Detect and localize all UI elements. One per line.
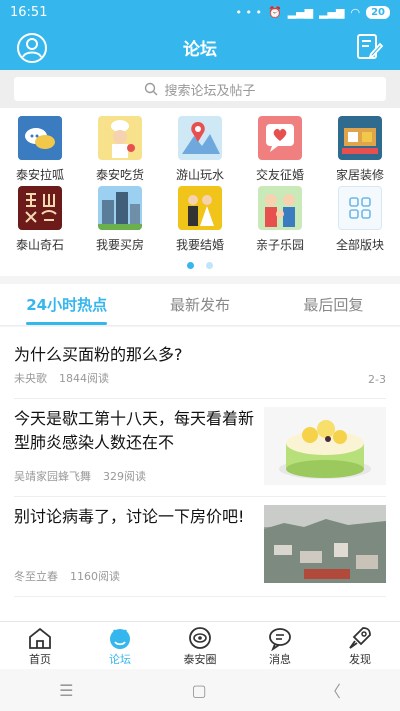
battery-icon: 20 (366, 5, 390, 19)
home-icon (29, 627, 51, 649)
chef-icon (98, 116, 142, 160)
back-icon[interactable]: 〈 (325, 678, 341, 702)
post-title: 为什么买面粉的那么多? (14, 345, 183, 364)
search-placeholder: 搜索论坛及帖子 (164, 83, 256, 99)
category-item[interactable]: 我要买房 (80, 186, 160, 256)
tab-taian-circle[interactable]: 泰安圈 (160, 622, 240, 669)
page-title: 论坛 (183, 39, 217, 60)
wedding-couple-icon (178, 186, 222, 230)
tab-label: 发现 (349, 652, 371, 666)
search-input[interactable]: 搜索论坛及帖子 (14, 77, 386, 101)
category-item[interactable]: 泰山奇石 (0, 186, 80, 256)
category-label: 我要结婚 (175, 238, 224, 252)
signal-icon: ▂▄▆ (287, 5, 314, 19)
post-reads: 1160阅读 (70, 570, 120, 583)
map-pin-icon (178, 116, 222, 160)
compose-icon[interactable] (354, 32, 384, 62)
tab-last-reply[interactable]: 最后回复 (267, 284, 400, 325)
tab-label: 泰安圈 (183, 652, 217, 666)
post-item[interactable]: 为什么买面粉的那么多? 未央歌 1844阅读 2-3 (14, 327, 386, 399)
post-item[interactable]: 今天是歇工第十八天，每天看着新型肺炎感染人数还在不 吴靖家园蜂飞舞 329阅读 (14, 399, 386, 497)
category-label: 泰安拉呱 (15, 168, 64, 182)
tab-home[interactable]: 首页 (0, 622, 80, 669)
status-time: 16:51 (10, 4, 48, 20)
post-thumbnail-city (264, 505, 386, 583)
category-grid: 泰安拉呱 泰安吃货 游山玩水 交友征婚 家居装修 泰山奇石 我要买房 我要结婚 … (0, 108, 400, 276)
stone-calligraphy-icon (18, 186, 62, 230)
tab-discover[interactable]: 发现 (320, 622, 400, 669)
heart-message-icon (258, 116, 302, 160)
category-item[interactable]: 泰安拉呱 (0, 116, 80, 186)
tab-latest[interactable]: 最新发布 (133, 284, 266, 325)
post-reads: 329阅读 (103, 470, 146, 483)
tab-hot-24h[interactable]: 24小时热点 (0, 284, 133, 325)
system-nav-bar: ☰ ▢ 〈 (0, 669, 400, 711)
app-header: 论坛 (0, 24, 400, 70)
category-label: 泰安吃货 (95, 168, 144, 182)
category-label: 游山玩水 (175, 168, 224, 182)
tab-label: 首页 (29, 652, 51, 666)
post-author: 吴靖家园蜂飞舞 (14, 470, 91, 483)
signal-icon-2: ▂▄▆ (319, 5, 345, 19)
post-title: 别讨论病毒了，讨论一下房价吧! (14, 507, 245, 526)
search-icon (145, 82, 158, 96)
category-item[interactable]: 全部版块 (320, 186, 400, 256)
status-bar: 16:51 • • • ⏰ ▂▄▆ ▂▄▆ ◠ 20 (0, 0, 400, 24)
post-reads: 1844阅读 (59, 372, 109, 385)
category-label: 全部版块 (335, 238, 384, 252)
dots-icon: • • • (235, 5, 262, 19)
category-item[interactable]: 家居装修 (320, 116, 400, 186)
user-avatar-icon[interactable] (16, 32, 48, 64)
category-label: 泰山奇石 (15, 238, 64, 252)
page-dot-active[interactable] (187, 262, 194, 269)
post-title: 今天是歇工第十八天，每天看着新型肺炎感染人数还在不 (14, 409, 255, 452)
page-dot[interactable] (206, 262, 213, 269)
category-label: 我要买房 (95, 238, 144, 252)
alarm-icon: ⏰ (267, 5, 282, 19)
family-icon (258, 186, 302, 230)
buildings-icon (98, 186, 142, 230)
tab-forum[interactable]: 论坛 (80, 622, 160, 669)
post-meta: 吴靖家园蜂飞舞 329阅读 (14, 468, 146, 484)
post-thumbnail-cake (264, 407, 386, 485)
category-label: 交友征婚 (255, 168, 304, 182)
grid-icon (338, 186, 382, 230)
chat-bubbles-icon (18, 116, 62, 160)
tab-messages[interactable]: 消息 (240, 622, 320, 669)
search-bar: 搜索论坛及帖子 (0, 70, 400, 108)
page-indicator (0, 262, 400, 269)
circle-eye-icon (189, 626, 211, 649)
bottom-tab-bar: 首页 论坛 泰安圈 消息 发现 (0, 621, 400, 669)
post-author: 未央歌 (14, 372, 47, 385)
post-meta: 未央歌 1844阅读 (14, 370, 109, 386)
status-icons: • • • ⏰ ▂▄▆ ▂▄▆ ◠ 20 (235, 5, 390, 19)
post-pages: 2-3 (368, 373, 386, 386)
category-item[interactable]: 交友征婚 (240, 116, 320, 186)
post-item[interactable]: 别讨论病毒了，讨论一下房价吧! 冬至立春 1160阅读 (14, 497, 386, 597)
menu-icon[interactable]: ☰ (59, 681, 73, 700)
wifi-icon: ◠ (350, 5, 361, 19)
forum-icon (110, 628, 130, 649)
category-label: 家居装修 (335, 168, 384, 182)
category-item[interactable]: 泰安吃货 (80, 116, 160, 186)
tab-label: 论坛 (109, 652, 131, 666)
feed-tabs: 24小时热点 最新发布 最后回复 (0, 284, 400, 326)
category-item[interactable]: 游山玩水 (160, 116, 240, 186)
tab-label: 消息 (269, 652, 291, 666)
post-meta: 冬至立春 1160阅读 (14, 568, 120, 584)
category-item[interactable]: 亲子乐园 (240, 186, 320, 256)
post-author: 冬至立春 (14, 570, 58, 583)
home-square-icon[interactable]: ▢ (192, 681, 207, 700)
rocket-icon (349, 626, 371, 649)
category-label: 亲子乐园 (255, 238, 304, 252)
post-list: 为什么买面粉的那么多? 未央歌 1844阅读 2-3 今天是歇工第十八天，每天看… (0, 327, 400, 621)
message-icon (269, 627, 291, 651)
category-item[interactable]: 我要结婚 (160, 186, 240, 256)
home-decor-icon (338, 116, 382, 160)
